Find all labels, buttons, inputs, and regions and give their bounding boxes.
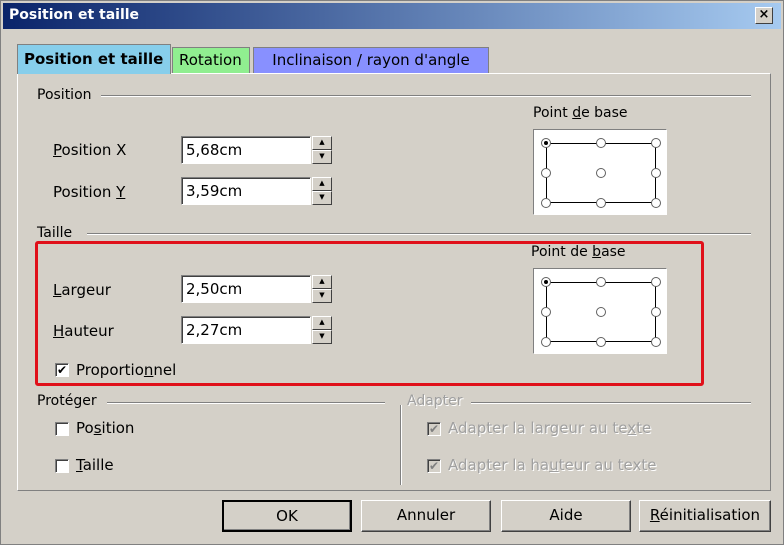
- position-y-spinner[interactable]: ▲ ▼: [312, 177, 332, 205]
- position-y-input[interactable]: 3,59cm: [181, 177, 311, 205]
- spin-down-icon[interactable]: ▼: [312, 150, 332, 164]
- spin-up-icon[interactable]: ▲: [312, 136, 332, 150]
- base-point-top-left[interactable]: [541, 138, 551, 148]
- fit-height-label: Adapter la hauteur au texte: [448, 456, 657, 474]
- adapt-group-divider: [471, 402, 751, 404]
- fit-height-checkbox[interactable]: ✔: [427, 459, 441, 473]
- position-base-point-selector[interactable]: [533, 129, 667, 215]
- protect-position-label: Position: [76, 419, 135, 437]
- position-y-label: Position Y: [53, 183, 126, 201]
- protect-position-checkbox[interactable]: [55, 422, 69, 436]
- position-base-point-label: Point de base: [533, 105, 628, 121]
- base-point-bottom-right[interactable]: [651, 198, 661, 208]
- position-x-input[interactable]: 5,68cm: [181, 136, 311, 164]
- position-x-label: Position X: [53, 141, 127, 159]
- close-button[interactable]: ×: [755, 7, 773, 24]
- base-point-top-center[interactable]: [596, 138, 606, 148]
- base-point-top-right[interactable]: [651, 138, 661, 148]
- help-button[interactable]: Aide: [501, 500, 631, 532]
- protect-size-checkbox[interactable]: [55, 459, 69, 473]
- cancel-button[interactable]: Annuler: [361, 500, 491, 532]
- tab-rotation[interactable]: Rotation: [172, 47, 250, 73]
- fit-width-label: Adapter la largeur au texte: [448, 419, 652, 437]
- base-point-bottom-center[interactable]: [596, 198, 606, 208]
- base-point-middle-right[interactable]: [651, 168, 661, 178]
- window-title: Position et taille: [9, 7, 140, 23]
- size-group-title: Taille: [37, 225, 73, 241]
- title-bar: Position et taille ×: [3, 3, 781, 29]
- fit-width-checkbox[interactable]: ✔: [427, 422, 441, 436]
- adapt-group-separator: [400, 405, 402, 485]
- spin-down-icon[interactable]: ▼: [312, 191, 332, 205]
- ok-button[interactable]: OK: [222, 500, 352, 532]
- base-point-center[interactable]: [596, 168, 606, 178]
- tab-slant-corner-radius[interactable]: Inclinaison / rayon d'angle: [253, 47, 489, 73]
- tab-position-size[interactable]: Position et taille: [17, 44, 171, 74]
- base-point-bottom-left[interactable]: [541, 198, 551, 208]
- size-group-divider: [87, 233, 751, 235]
- highlight-annotation-box: [35, 241, 704, 386]
- protect-size-label: Taille: [76, 456, 114, 474]
- base-point-middle-left[interactable]: [541, 168, 551, 178]
- protect-group-title: Protéger: [37, 393, 97, 409]
- position-group-title: Position: [37, 87, 92, 103]
- protect-group-divider: [107, 402, 385, 404]
- reset-button[interactable]: Réinitialisation: [639, 500, 771, 532]
- adapt-group-title: Adapter: [407, 393, 463, 409]
- position-x-spinner[interactable]: ▲ ▼: [312, 136, 332, 164]
- spin-up-icon[interactable]: ▲: [312, 177, 332, 191]
- position-group-divider: [101, 95, 751, 97]
- dialog-window: Position et taille × Position et taille …: [0, 0, 784, 545]
